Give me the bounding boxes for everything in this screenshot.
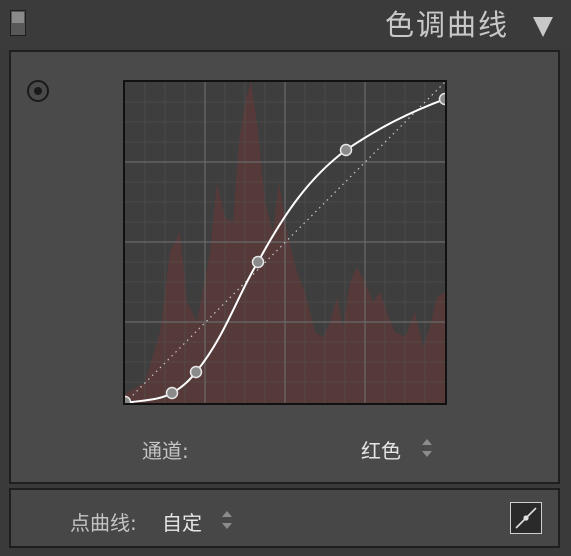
channel-stepper-icon[interactable]: [422, 439, 432, 457]
panel-header: 色调曲线: [0, 0, 571, 50]
point-curve-bar: 点曲线: 自定: [9, 488, 560, 548]
curve-panel: 通道: 红色: [9, 50, 560, 484]
triangle-down-icon[interactable]: [533, 17, 553, 37]
curve-point: [339, 143, 353, 157]
curve-point: [165, 386, 179, 400]
curve-point: [251, 255, 265, 269]
curve-canvas[interactable]: [125, 82, 445, 403]
point-curve-label: 点曲线:: [70, 511, 137, 535]
point-curve-select[interactable]: 自定: [162, 507, 202, 536]
point-curve-stepper-icon[interactable]: [222, 511, 232, 529]
tone-curve-graph[interactable]: [123, 80, 447, 405]
channel-select[interactable]: 红色: [361, 435, 401, 464]
curve-point: [438, 92, 445, 106]
edit-point-curve-icon[interactable]: [510, 502, 542, 534]
curve-point: [189, 365, 203, 379]
target-adjust-icon[interactable]: [27, 80, 49, 102]
panel-switch-icon[interactable]: [10, 10, 26, 36]
panel-title[interactable]: 色调曲线: [385, 6, 509, 44]
channel-label: 通道:: [142, 439, 189, 463]
